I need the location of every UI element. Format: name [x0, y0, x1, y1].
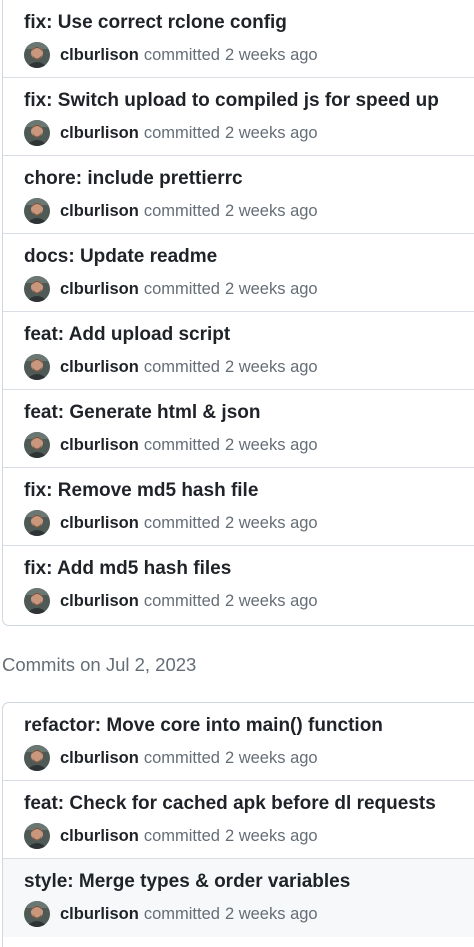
commit-relative-time: 2 weeks ago — [224, 45, 318, 64]
commit-meta: clburlison committed 2 weeks ago — [24, 198, 318, 224]
commit-meta: clburlison committed 2 weeks ago — [24, 42, 318, 68]
commit-author-link[interactable]: clburlison — [60, 905, 139, 924]
commit-verb: committed — [143, 357, 220, 376]
avatar-icon — [24, 432, 50, 458]
commit-message-link[interactable]: fix: Add md5 hash files — [24, 558, 231, 580]
commit-meta: clburlison committed 2 weeks ago — [24, 276, 318, 302]
commit-row: fix: Switch upload to compiled js for sp… — [3, 78, 474, 156]
commit-message-link[interactable]: feat: Add upload script — [24, 324, 230, 346]
avatar[interactable] — [24, 745, 50, 771]
commit-author-link[interactable]: clburlison — [60, 46, 139, 65]
commit-author-link[interactable]: clburlison — [60, 592, 139, 611]
commit-verb: committed — [143, 748, 220, 767]
commit-group: refactor: Move core into main() function… — [2, 702, 474, 947]
commit-relative-time: 2 weeks ago — [224, 513, 318, 532]
commit-author-link[interactable]: clburlison — [60, 749, 139, 768]
avatar[interactable] — [24, 198, 50, 224]
commit-verb: committed — [143, 45, 220, 64]
commit-verb: committed — [143, 513, 220, 532]
commit-row: feat: Add upload script clburlison commi… — [3, 312, 474, 390]
avatar[interactable] — [24, 510, 50, 536]
commit-author-link[interactable]: clburlison — [60, 124, 139, 143]
commit-verb: committed — [143, 591, 220, 610]
commit-group: fix: Use correct rclone config clburliso… — [2, 0, 474, 626]
commit-relative-time: 2 weeks ago — [224, 357, 318, 376]
commit-row: style: Merge types & order variables clb… — [3, 859, 474, 937]
avatar-icon — [24, 276, 50, 302]
avatar-icon — [24, 510, 50, 536]
commit-verb: committed — [143, 826, 220, 845]
commit-relative-time: 2 weeks ago — [224, 201, 318, 220]
commit-message-link[interactable]: feat: Check for cached apk before dl req… — [24, 793, 436, 815]
avatar-icon — [24, 823, 50, 849]
avatar[interactable] — [24, 354, 50, 380]
commit-meta: clburlison committed 2 weeks ago — [24, 901, 318, 927]
commit-relative-time: 2 weeks ago — [224, 748, 318, 767]
commit-message-link[interactable]: refactor: Move core into main() function — [24, 715, 383, 737]
commit-verb: committed — [143, 435, 220, 454]
commit-author-link[interactable]: clburlison — [60, 827, 139, 846]
commit-author-link[interactable]: clburlison — [60, 280, 139, 299]
commit-meta: clburlison committed 2 weeks ago — [24, 510, 318, 536]
commit-author-link[interactable]: clburlison — [60, 202, 139, 221]
commit-meta: clburlison committed 2 weeks ago — [24, 823, 318, 849]
commit-verb: committed — [143, 201, 220, 220]
commit-message-link[interactable]: fix: Switch upload to compiled js for sp… — [24, 90, 439, 112]
avatar[interactable] — [24, 276, 50, 302]
avatar-icon — [24, 745, 50, 771]
commit-row: fix: Remove md5 hash file clburlison com… — [3, 468, 474, 546]
avatar-icon — [24, 901, 50, 927]
avatar[interactable] — [24, 823, 50, 849]
commit-relative-time: 2 weeks ago — [224, 591, 318, 610]
commit-row: chore: include prettierrc clburlison com… — [3, 156, 474, 234]
commit-message-link[interactable]: chore: include prettierrc — [24, 168, 243, 190]
commit-verb: committed — [143, 123, 220, 142]
avatar[interactable] — [24, 432, 50, 458]
avatar[interactable] — [24, 588, 50, 614]
avatar-icon — [24, 120, 50, 146]
commit-row: fix: Use correct rclone config clburliso… — [3, 0, 474, 78]
commit-row: fix: Add md5 hash files clburlison commi… — [3, 546, 474, 624]
avatar-icon — [24, 588, 50, 614]
avatar[interactable] — [24, 42, 50, 68]
commit-author-link[interactable]: clburlison — [60, 514, 139, 533]
commit-message-link[interactable]: style: Merge types & order variables — [24, 871, 350, 893]
avatar[interactable] — [24, 901, 50, 927]
commit-meta: clburlison committed 2 weeks ago — [24, 745, 318, 771]
avatar-icon — [24, 198, 50, 224]
avatar[interactable] — [24, 120, 50, 146]
commit-message-link[interactable]: fix: Remove md5 hash file — [24, 480, 258, 502]
commit-author-link[interactable]: clburlison — [60, 358, 139, 377]
commit-meta: clburlison committed 2 weeks ago — [24, 354, 318, 380]
commit-row: refactor: Move core into main() function… — [3, 703, 474, 781]
commit-row: docs: Update readme clburlison committed… — [3, 234, 474, 312]
commit-row: feat: Check for cached apk before dl req… — [3, 781, 474, 859]
commits-date-header: Commits on Jul 2, 2023 — [2, 654, 197, 675]
commit-relative-time: 2 weeks ago — [224, 435, 318, 454]
commit-relative-time: 2 weeks ago — [224, 279, 318, 298]
commit-message-link[interactable]: docs: Update readme — [24, 246, 217, 268]
commit-verb: committed — [143, 904, 220, 923]
avatar-icon — [24, 354, 50, 380]
commit-message-link[interactable]: feat: Generate html & json — [24, 402, 261, 424]
commit-relative-time: 2 weeks ago — [224, 123, 318, 142]
commit-message-link[interactable]: fix: Use correct rclone config — [24, 12, 287, 34]
commit-author-link[interactable]: clburlison — [60, 436, 139, 455]
commit-verb: committed — [143, 279, 220, 298]
commit-meta: clburlison committed 2 weeks ago — [24, 432, 318, 458]
commit-relative-time: 2 weeks ago — [224, 826, 318, 845]
commit-meta: clburlison committed 2 weeks ago — [24, 120, 318, 146]
commit-row: feat: Generate html & json clburlison co… — [3, 390, 474, 468]
commit-relative-time: 2 weeks ago — [224, 904, 318, 923]
commit-meta: clburlison committed 2 weeks ago — [24, 588, 318, 614]
avatar-icon — [24, 42, 50, 68]
